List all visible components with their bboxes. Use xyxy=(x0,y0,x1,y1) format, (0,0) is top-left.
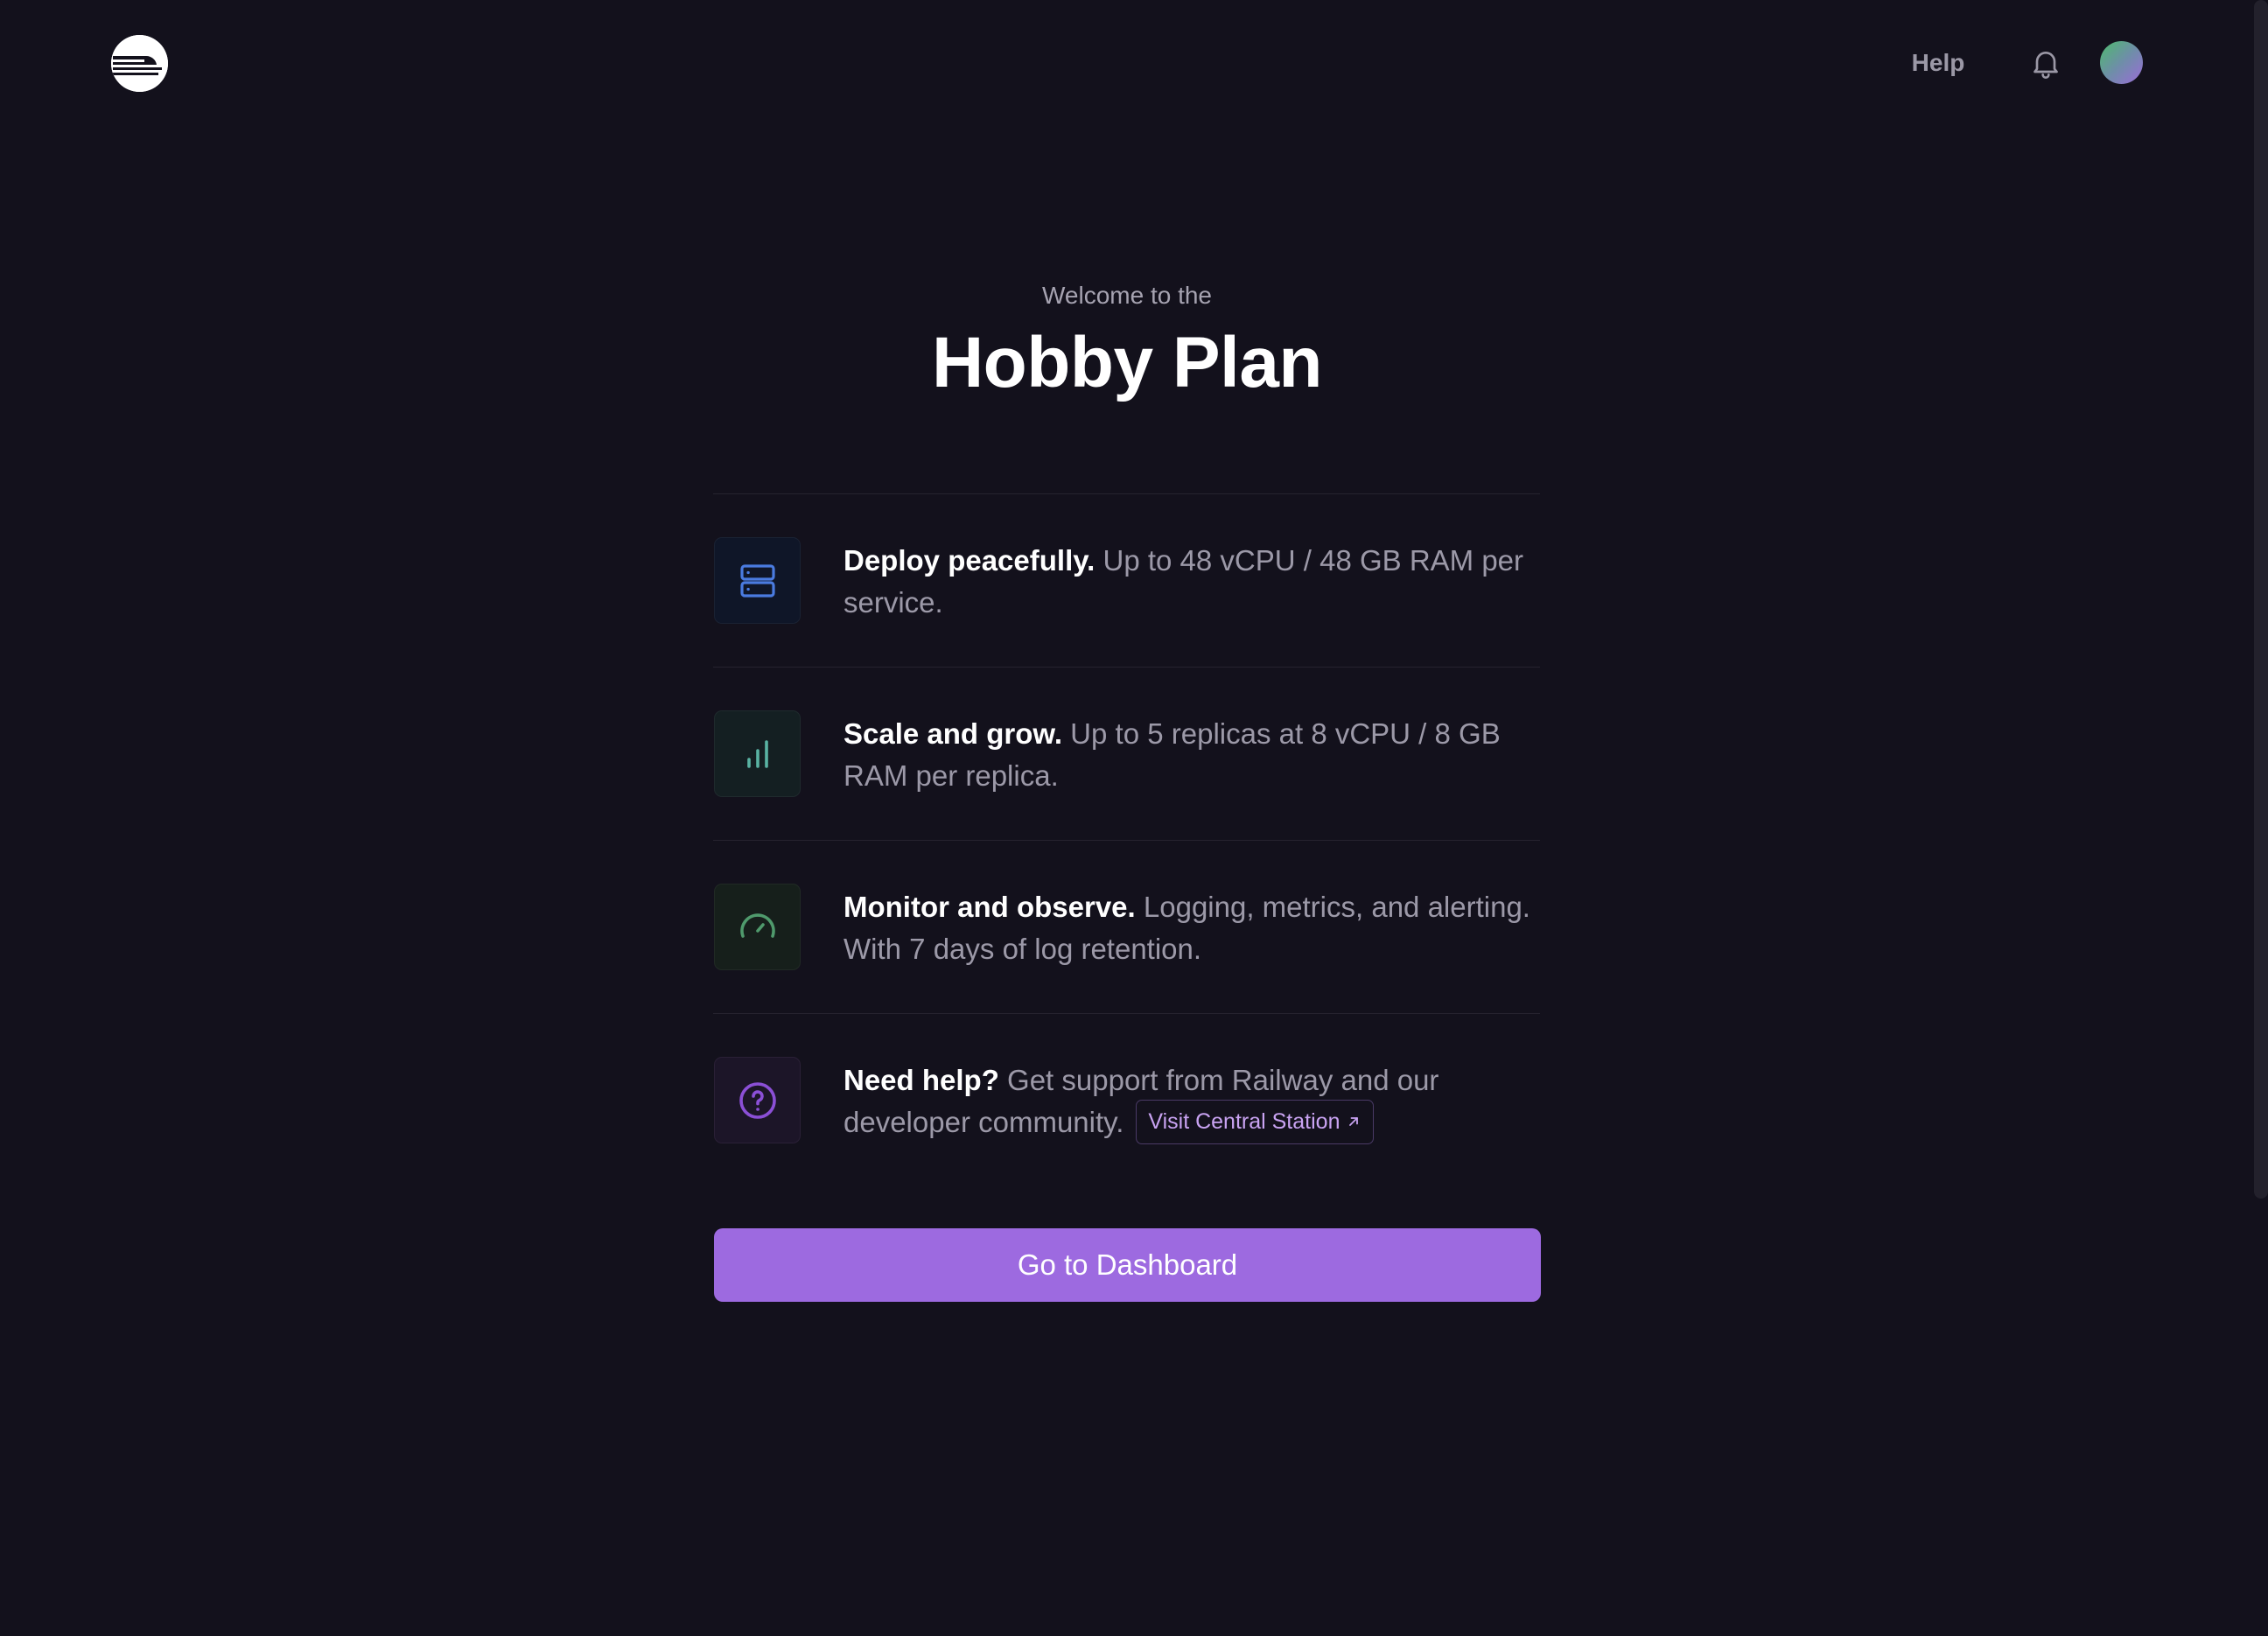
feature-heading: Need help? xyxy=(844,1064,999,1096)
visit-central-station-link[interactable]: Visit Central Station xyxy=(1136,1099,1375,1144)
bar-chart-icon xyxy=(714,710,801,797)
feature-heading: Scale and grow. xyxy=(844,717,1063,750)
feature-heading: Monitor and observe. xyxy=(844,891,1136,923)
go-to-dashboard-button[interactable]: Go to Dashboard xyxy=(714,1228,1541,1302)
feature-text: Monitor and observe. Logging, metrics, a… xyxy=(844,886,1544,970)
feature-list: Deploy peacefully. Up to 48 vCPU / 48 GB… xyxy=(713,493,1540,1186)
gauge-icon xyxy=(714,884,801,970)
help-link[interactable]: Help xyxy=(1881,45,1995,80)
feature-text: Deploy peacefully. Up to 48 vCPU / 48 GB… xyxy=(844,540,1544,624)
page-title: Hobby Plan xyxy=(931,323,1323,402)
page: Help Welcome to the Hobby Plan Deploy pe… xyxy=(0,0,2268,1636)
feature-heading: Deploy peacefully. xyxy=(844,544,1096,577)
external-arrow-icon xyxy=(1347,1101,1361,1143)
feature-item-help: Need help? Get support from Railway and … xyxy=(713,1013,1540,1186)
feature-text: Need help? Get support from Railway and … xyxy=(844,1059,1544,1147)
scrollbar[interactable] xyxy=(2254,0,2268,1199)
server-icon xyxy=(714,537,801,624)
user-avatar[interactable] xyxy=(2100,41,2143,84)
link-label: Visit Central Station xyxy=(1148,1108,1340,1134)
help-circle-icon xyxy=(714,1057,801,1143)
bell-icon[interactable] xyxy=(2028,45,2063,80)
welcome-eyebrow: Welcome to the xyxy=(1041,282,1213,309)
railway-logo-icon[interactable] xyxy=(111,35,168,92)
feature-item-scale: Scale and grow. Up to 5 replicas at 8 vC… xyxy=(713,667,1540,840)
feature-text: Scale and grow. Up to 5 replicas at 8 vC… xyxy=(844,713,1544,797)
feature-item-monitor: Monitor and observe. Logging, metrics, a… xyxy=(713,840,1540,1013)
feature-item-deploy: Deploy peacefully. Up to 48 vCPU / 48 GB… xyxy=(713,493,1540,667)
